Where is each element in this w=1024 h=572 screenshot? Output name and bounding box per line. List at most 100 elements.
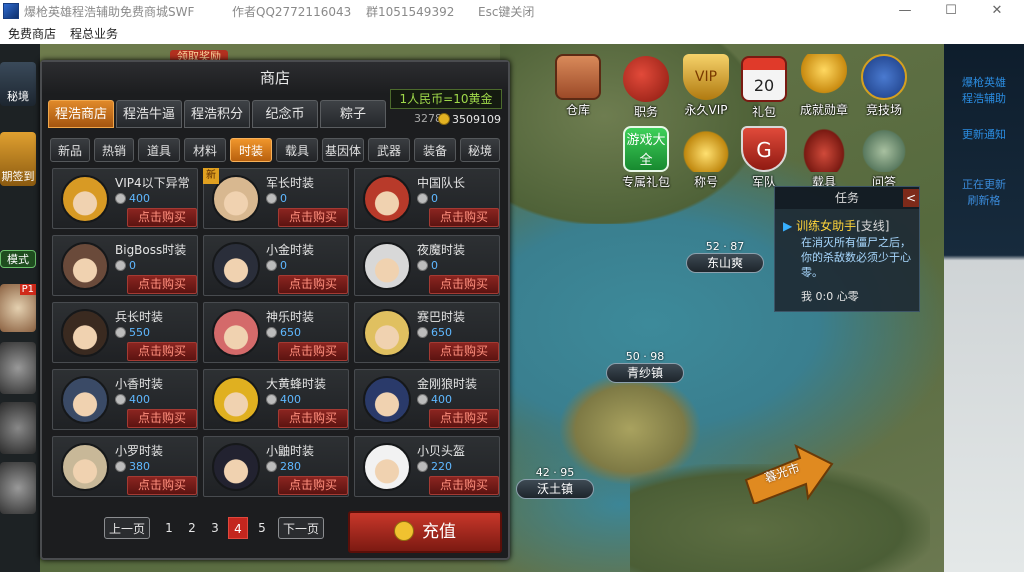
- silver-coin-icon: [115, 193, 126, 204]
- quest-title[interactable]: ▶ 训练女助手[支线]: [783, 217, 889, 234]
- subtab-new[interactable]: 新品: [50, 138, 90, 162]
- buy-button[interactable]: 点击购买: [127, 275, 197, 294]
- silver-coin-icon: [115, 260, 126, 271]
- buy-button[interactable]: 点击购买: [429, 409, 499, 428]
- subtab-items[interactable]: 道具: [138, 138, 180, 162]
- vehicle-icon: [801, 126, 847, 172]
- buy-button[interactable]: 点击购买: [127, 476, 197, 495]
- teammate-avatar[interactable]: [0, 462, 36, 514]
- vip-button[interactable]: VIP 永久VIP: [678, 54, 734, 118]
- maximize-button[interactable]: ☐: [928, 0, 974, 22]
- item-price-value: 0: [280, 259, 287, 272]
- buy-button[interactable]: 点击购买: [429, 476, 499, 495]
- menu-business[interactable]: 程总业务: [70, 25, 118, 42]
- item-price-value: 0: [431, 259, 438, 272]
- gift-pack-button[interactable]: 20 礼包: [736, 56, 792, 120]
- zombie-head-icon: [861, 126, 907, 172]
- shop-item-card[interactable]: 中国队长 0 点击购买: [354, 168, 500, 229]
- army-button[interactable]: G 军队: [736, 126, 792, 190]
- page-1[interactable]: 1: [162, 517, 176, 539]
- shop-item-card[interactable]: 新军长时装 0 点击购买: [203, 168, 349, 229]
- buy-button[interactable]: 点击购买: [278, 342, 348, 361]
- mode-button[interactable]: 模式: [0, 250, 36, 268]
- subtab-vehicles[interactable]: 载具: [276, 138, 318, 162]
- item-price-value: 400: [129, 192, 150, 205]
- shop-item-card[interactable]: 大黄蜂时装 400 点击购买: [203, 369, 349, 430]
- buy-button[interactable]: 点击购买: [429, 342, 499, 361]
- shop-item-card[interactable]: 神乐时装 650 点击购买: [203, 302, 349, 363]
- shop-item-card[interactable]: 小香时装 400 点击购买: [52, 369, 198, 430]
- subtab-fashion[interactable]: 时装: [230, 138, 272, 162]
- location-dongshan[interactable]: 52 · 87 东山爽: [682, 240, 768, 276]
- tab-commemorative-coin[interactable]: 纪念币: [252, 100, 318, 128]
- shop-item-card[interactable]: BigBoss时装 0 点击购买: [52, 235, 198, 296]
- buy-button[interactable]: 点击购买: [278, 275, 348, 294]
- page-5[interactable]: 5: [255, 517, 269, 539]
- item-avatar: [363, 309, 411, 357]
- subtab-equipment[interactable]: 装备: [414, 138, 456, 162]
- quiz-button[interactable]: 问答: [856, 126, 912, 190]
- buy-button[interactable]: 点击购买: [278, 208, 348, 227]
- silver-coin-icon: [417, 327, 428, 338]
- quest-progress: 我 0:0 心零: [801, 290, 859, 303]
- arena-button[interactable]: 竞技场: [856, 54, 912, 118]
- shop-item-card[interactable]: 小罗时装 380 点击购买: [52, 436, 198, 497]
- item-price: 0: [266, 259, 287, 272]
- checkin-button[interactable]: 期签到: [0, 132, 36, 186]
- secret-realm-button[interactable]: 秘境: [0, 62, 36, 106]
- shop-item-card[interactable]: 小金时装 0 点击购买: [203, 235, 349, 296]
- teammate-avatar[interactable]: [0, 402, 36, 454]
- page-4[interactable]: 4: [228, 517, 248, 539]
- page-3[interactable]: 3: [208, 517, 222, 539]
- prev-page-button[interactable]: 上一页: [104, 517, 150, 539]
- shop-item-card[interactable]: 夜魔时装 0 点击购买: [354, 235, 500, 296]
- item-price: 280: [266, 460, 301, 473]
- shop-item-card[interactable]: 小贝头盔 220 点击购买: [354, 436, 500, 497]
- task-collapse-button[interactable]: <: [903, 189, 919, 207]
- subtab-secret-realm[interactable]: 秘境: [460, 138, 500, 162]
- subtab-hot[interactable]: 热销: [94, 138, 134, 162]
- next-page-button[interactable]: 下一页: [278, 517, 324, 539]
- minimize-button[interactable]: —: [882, 0, 928, 22]
- shop-item-card[interactable]: 兵长时装 550 点击购买: [52, 302, 198, 363]
- location-qingsha[interactable]: 50 · 98 青纱镇: [602, 350, 688, 386]
- buy-button[interactable]: 点击购买: [127, 342, 197, 361]
- exclusive-gift-button[interactable]: 游戏大全 专属礼包: [618, 126, 674, 190]
- silver-coin-icon: [266, 394, 277, 405]
- tab-chenghao-shop[interactable]: 程浩商店: [48, 100, 114, 128]
- shop-item-card[interactable]: VIP4以下异常 400 点击购买: [52, 168, 198, 229]
- achievement-button[interactable]: 成就勋章: [796, 54, 852, 118]
- buy-button[interactable]: 点击购买: [127, 409, 197, 428]
- page-2[interactable]: 2: [185, 517, 199, 539]
- warehouse-button[interactable]: 仓库: [550, 54, 606, 118]
- vip-shield-icon: VIP: [683, 54, 729, 100]
- tab-chenghao-points[interactable]: 程浩积分: [184, 100, 250, 128]
- buy-button[interactable]: 点击购买: [278, 476, 348, 495]
- subtab-genes[interactable]: 基因体: [322, 138, 364, 162]
- teammate-avatar[interactable]: [0, 342, 36, 394]
- gold-coin-icon: [394, 521, 414, 541]
- twilight-city-arrow[interactable]: 暮光市: [742, 444, 834, 506]
- update-notice[interactable]: 更新通知: [948, 128, 1020, 142]
- player-avatar[interactable]: P1: [0, 284, 36, 332]
- item-price: 400: [417, 393, 452, 406]
- tab-chenghao-niubi[interactable]: 程浩牛逼: [116, 100, 182, 128]
- buy-button[interactable]: 点击购买: [278, 409, 348, 428]
- title-button[interactable]: 称号: [678, 126, 734, 190]
- tab-zongzi[interactable]: 粽子: [320, 100, 386, 128]
- shop-item-card[interactable]: 金刚狼时装 400 点击购买: [354, 369, 500, 430]
- buy-button[interactable]: 点击购买: [127, 208, 197, 227]
- subtab-materials[interactable]: 材料: [184, 138, 226, 162]
- buy-button[interactable]: 点击购买: [429, 275, 499, 294]
- location-wotu[interactable]: 42 · 95 沃土镇: [512, 466, 598, 502]
- recharge-button[interactable]: 充值: [348, 511, 502, 553]
- job-button[interactable]: 职务: [618, 56, 674, 120]
- subtab-weapons[interactable]: 武器: [368, 138, 410, 162]
- vehicle-button[interactable]: 载具: [796, 126, 852, 190]
- menu-free-shop[interactable]: 免费商店: [8, 25, 56, 42]
- shop-item-card[interactable]: 小鼬时装 280 点击购买: [203, 436, 349, 497]
- shop-item-card[interactable]: 赛巴时装 650 点击购买: [354, 302, 500, 363]
- helper-title-2: 程浩辅助: [962, 92, 1006, 105]
- close-button[interactable]: ✕: [974, 0, 1020, 22]
- buy-button[interactable]: 点击购买: [429, 208, 499, 227]
